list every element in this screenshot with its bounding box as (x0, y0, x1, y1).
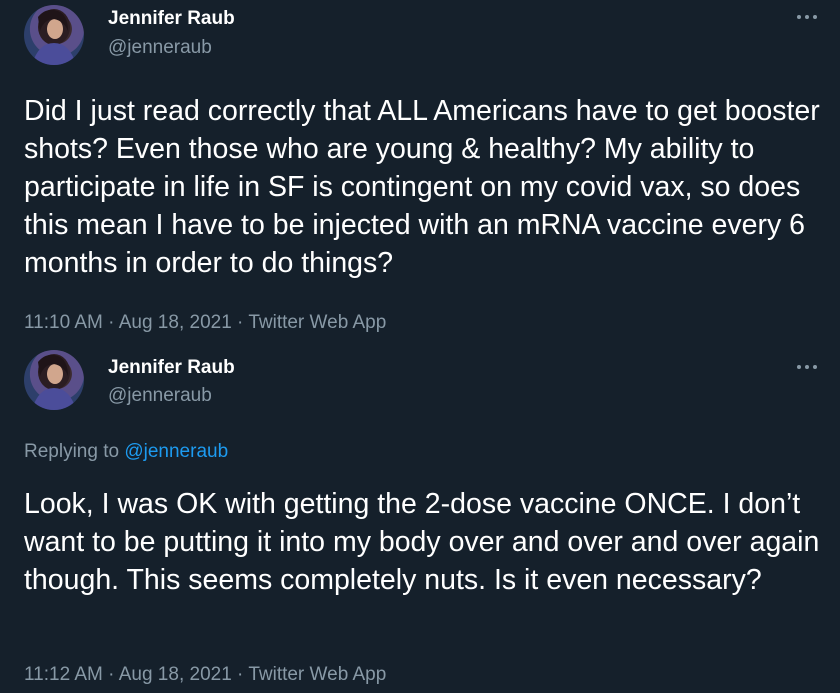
author-handle[interactable]: @jenneraub (108, 37, 212, 59)
tweet-meta: 11:10 AM · Aug 18, 2021 · Twitter Web Ap… (24, 312, 386, 334)
tweet: Jennifer Raub @jenneraub Did I just read… (0, 0, 840, 340)
author-name[interactable]: Jennifer Raub (108, 8, 235, 30)
meta-separator: · (231, 312, 249, 333)
meta-separator: · (231, 664, 249, 685)
replying-label: Replying to (24, 441, 125, 462)
tweet-meta: 11:12 AM · Aug 18, 2021 · Twitter Web Ap… (24, 664, 386, 686)
tweet-time[interactable]: 11:12 AM (24, 664, 103, 685)
tweet-text: Look, I was OK with getting the 2-dose v… (24, 488, 820, 596)
tweet: Jennifer Raub @jenneraub Replying to @je… (0, 340, 840, 693)
avatar[interactable] (24, 350, 84, 410)
meta-separator: · (102, 664, 119, 685)
author-name[interactable]: Jennifer Raub (108, 357, 235, 379)
author-handle[interactable]: @jenneraub (108, 385, 212, 407)
replying-to: Replying to @jenneraub (24, 441, 228, 463)
tweet-text: Did I just read correctly that ALL Ameri… (24, 95, 820, 279)
more-horizontal-icon[interactable] (796, 362, 818, 372)
meta-separator: · (102, 312, 119, 333)
tweet-source[interactable]: Twitter Web App (248, 312, 386, 333)
tweet-source[interactable]: Twitter Web App (248, 664, 386, 685)
tweet-date[interactable]: Aug 18, 2021 (119, 664, 232, 685)
more-horizontal-icon[interactable] (796, 12, 818, 22)
replying-mention-link[interactable]: @jenneraub (124, 441, 228, 462)
tweet-time[interactable]: 11:10 AM (24, 312, 103, 333)
avatar[interactable] (24, 5, 84, 65)
tweet-date[interactable]: Aug 18, 2021 (119, 312, 232, 333)
